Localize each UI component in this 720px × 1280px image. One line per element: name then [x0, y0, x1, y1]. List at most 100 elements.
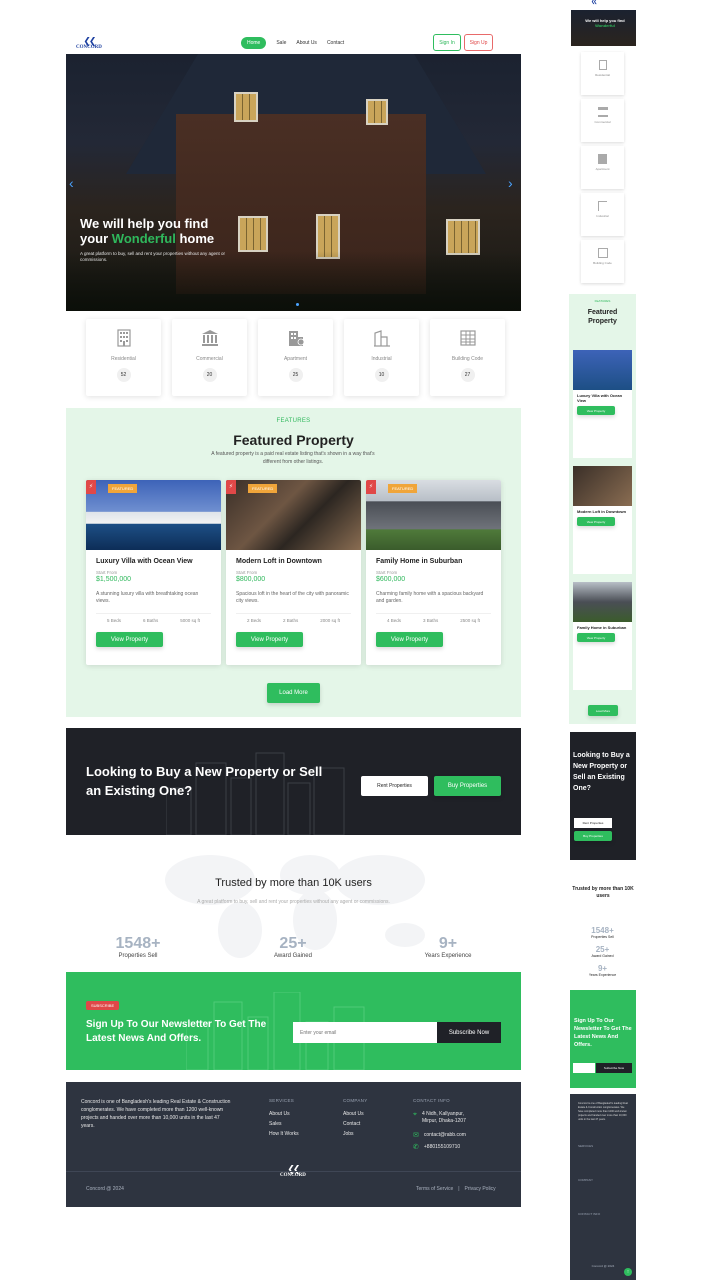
footer-links: About Us Sales How It Works: [269, 1109, 299, 1139]
scroll-top-icon[interactable]: ↑: [624, 1268, 632, 1276]
footer-services: SERVICES About Us Sales How It Works: [269, 1098, 299, 1139]
hero-title-prefix: your: [80, 231, 112, 246]
mobile-view-property-button[interactable]: View Property: [577, 406, 615, 415]
footer-phone-row: ✆ +880155109710: [413, 1143, 513, 1151]
footer-link[interactable]: Contact: [343, 1119, 368, 1129]
category-card-residential[interactable]: Residential 52: [86, 319, 161, 396]
property-desc: Charming family home with a spacious bac…: [376, 591, 484, 604]
mobile-property-card[interactable]: Modern Loft in Downtown View Property: [573, 466, 632, 574]
featured-eyebrow: FEATURES: [276, 418, 311, 424]
stat-value: 25+: [279, 935, 307, 952]
property-baths: 6 Baths: [142, 618, 159, 623]
mobile-category-label: Residential: [595, 73, 610, 77]
mobile-category-card[interactable]: Apartment: [581, 146, 624, 189]
mobile-footer: Concord is one of Bangladesh's leading R…: [570, 1094, 636, 1280]
nav-about[interactable]: About Us: [296, 40, 317, 46]
mobile-subscribe-button[interactable]: Subscribe Now: [596, 1063, 632, 1073]
property-price: $600,000: [376, 576, 406, 583]
category-card-apartment[interactable]: Apartment 25: [258, 319, 333, 396]
view-property-button[interactable]: View Property: [96, 632, 163, 647]
mobile-category-card[interactable]: Commercial: [581, 99, 624, 142]
property-card[interactable]: ⚡ FEATURED Family Home in Suburban Start…: [366, 480, 501, 665]
stat-properties: 1548+ Properties Sell: [88, 935, 188, 959]
category-label: Residential: [111, 356, 136, 362]
privacy-link[interactable]: Privacy Policy: [465, 1186, 496, 1192]
property-price: $1,500,000: [96, 576, 132, 583]
property-from-label: Start From: [376, 570, 398, 575]
terms-link[interactable]: Terms of Service: [416, 1186, 453, 1192]
mail-icon: ✉: [413, 1132, 419, 1139]
trusted-title: Trusted by more than 10K users: [215, 877, 372, 889]
footer-email[interactable]: contact@rabb.com: [424, 1132, 466, 1138]
footer-heading: COMPANY: [343, 1098, 368, 1103]
footer-link[interactable]: About Us: [343, 1109, 368, 1119]
mobile-category-label: Industrial: [596, 214, 609, 218]
brand-logo[interactable]: ❮❮ CONCORD: [76, 37, 102, 51]
featured-subtitle: A featured property is a paid real estat…: [211, 451, 375, 465]
signup-button[interactable]: Sign Up: [464, 34, 493, 51]
category-card-commercial[interactable]: Commercial 20: [172, 319, 247, 396]
mobile-view-property-button[interactable]: View Property: [577, 517, 615, 526]
footer-email-row: ✉ contact@rabb.com: [413, 1131, 513, 1139]
featured-badge: FEATURED: [248, 484, 278, 493]
load-more-button[interactable]: Load More: [267, 683, 320, 703]
mobile-email-input[interactable]: [573, 1063, 595, 1073]
apartment-icon: [598, 154, 607, 164]
hero-dot[interactable]: [296, 303, 299, 306]
footer-phone[interactable]: +880155109710: [424, 1144, 460, 1150]
hero-prev-arrow-icon[interactable]: ‹: [69, 175, 74, 191]
mobile-rent-button[interactable]: Rent Properties: [574, 818, 612, 828]
property-card[interactable]: ⚡ FEATURED Modern Loft in Downtown Start…: [226, 480, 361, 665]
property-card[interactable]: ⚡ FEATURED Luxury Villa with Ocean View …: [86, 480, 221, 665]
nav-contact[interactable]: Contact: [327, 40, 344, 46]
rent-properties-button[interactable]: Rent Properties: [361, 776, 428, 796]
mobile-category-card[interactable]: Residential: [581, 52, 624, 95]
mobile-load-more-button[interactable]: Load More: [588, 705, 618, 716]
mobile-category-card[interactable]: Building Code: [581, 240, 624, 283]
email-input[interactable]: [293, 1022, 437, 1043]
view-property-button[interactable]: View Property: [376, 632, 443, 647]
footer-link[interactable]: About Us: [269, 1109, 299, 1119]
mobile-property-card[interactable]: Luxury Villa with Ocean View View Proper…: [573, 350, 632, 458]
property-image[interactable]: ⚡ FEATURED: [86, 480, 221, 550]
mobile-cta-title: Looking to Buy a New Property or Sell an…: [573, 752, 630, 792]
footer-logo[interactable]: ❮❮ CONCORD: [280, 1165, 306, 1179]
mobile-stat-label: Properties Sell: [591, 935, 614, 939]
buy-properties-button[interactable]: Buy Properties: [434, 776, 501, 796]
mobile-category-card[interactable]: Industrial: [581, 193, 624, 236]
subscribe-button[interactable]: Subscribe Now: [437, 1022, 501, 1043]
footer-link[interactable]: Sales: [269, 1119, 299, 1129]
nav-sale[interactable]: Sale: [276, 40, 286, 46]
building-icon: [116, 329, 131, 347]
property-from-label: Start From: [96, 570, 118, 575]
mobile-stat-label: Award Gained: [591, 954, 614, 958]
mobile-view-property-button[interactable]: View Property: [577, 633, 615, 642]
property-image[interactable]: ⚡ FEATURED: [366, 480, 501, 550]
property-area: 2000 sq ft: [320, 618, 340, 623]
nav-home[interactable]: Home: [241, 37, 267, 49]
view-property-button[interactable]: View Property: [236, 632, 303, 647]
hero-next-arrow-icon[interactable]: ›: [508, 175, 513, 191]
mobile-hero: We will help you find Wonderful: [571, 10, 636, 46]
mobile-logo[interactable]: ❮❮: [591, 0, 598, 5]
category-card-industrial[interactable]: Industrial 10: [344, 319, 419, 396]
signin-button[interactable]: Sign In: [433, 34, 461, 51]
mobile-hero-highlight: Wonderful: [595, 23, 615, 28]
footer-link[interactable]: Jobs: [343, 1129, 368, 1139]
category-card-building-code[interactable]: Building Code 27: [430, 319, 505, 396]
featured-badge: FEATURED: [108, 484, 138, 493]
property-desc: Spacious loft in the heart of the city w…: [236, 591, 349, 604]
property-area: 2500 sq ft: [460, 618, 480, 623]
mobile-property-card[interactable]: Family Home in Suburban View Property: [573, 582, 632, 690]
logo-chevrons-icon: ❮❮: [591, 0, 598, 5]
stat-label: Award Gained: [274, 953, 312, 959]
building-icon: [598, 60, 607, 70]
property-image[interactable]: ⚡ FEATURED: [226, 480, 361, 550]
mobile-preview: ❮❮ We will help you find Wonderful Resid…: [569, 0, 636, 1280]
footer-link[interactable]: How It Works: [269, 1129, 299, 1139]
mobile-buy-button[interactable]: Buy Properties: [574, 831, 612, 841]
category-label: Apartment: [283, 356, 308, 362]
footer-heading: CONTACT INFO: [413, 1098, 450, 1103]
mobile-property-image: [573, 582, 632, 622]
category-count: 52: [116, 368, 131, 382]
